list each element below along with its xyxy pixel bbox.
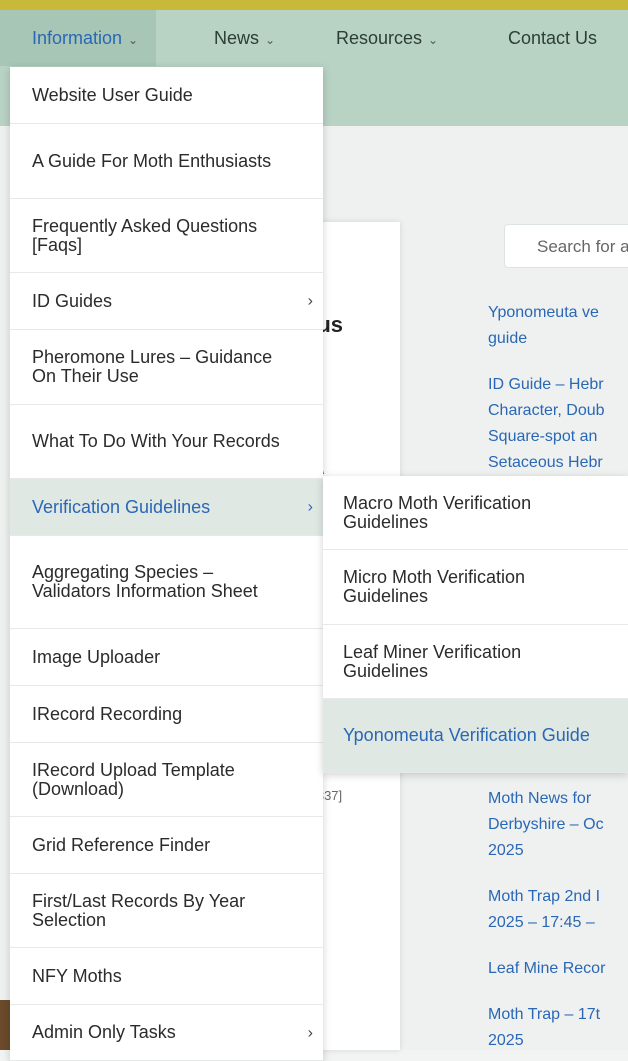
menu-item-image-uploader[interactable]: Image Uploader <box>10 629 323 686</box>
submenu-item-leaf-miner[interactable]: Leaf Miner Verification Guidelines <box>323 625 628 699</box>
chevron-down-icon: ⌄ <box>265 33 276 47</box>
menu-item-label: Website User Guide <box>32 84 193 105</box>
nav-resources[interactable]: Resources ⌄ <box>336 10 438 66</box>
menu-item-verification-guidelines[interactable]: Verification Guidelines › <box>10 479 323 536</box>
sidebar-link[interactable]: Yponomeuta ve guide <box>488 300 599 352</box>
chevron-right-icon: › <box>307 1024 313 1041</box>
menu-item-records[interactable]: What To Do With Your Records <box>10 405 323 479</box>
chevron-down-icon: ⌄ <box>428 33 439 47</box>
menu-item-label: A Guide For Moth Enthusiasts <box>32 150 272 171</box>
submenu-item-micro-moth[interactable]: Micro Moth Verification Guidelines <box>323 550 628 625</box>
submenu-item-macro-moth[interactable]: Macro Moth Verification Guidelines <box>323 476 628 550</box>
chevron-right-icon: › <box>307 498 313 516</box>
menu-item-label: Frequently Asked Questions [Faqs] <box>32 215 258 255</box>
menu-item-label: First/Last Records By Year Selection <box>32 890 246 930</box>
sidebar-link[interactable]: Moth Trap 2nd I 2025 – 17:45 – <box>488 884 600 936</box>
information-dropdown-menu: Website User Guide A Guide For Moth Enth… <box>10 67 323 1061</box>
menu-item-label: Grid Reference Finder <box>32 834 211 855</box>
nav-news[interactable]: News ⌄ <box>214 10 275 66</box>
submenu-item-label: Leaf Miner Verification Guidelines <box>343 641 522 681</box>
top-accent-bar <box>0 0 628 10</box>
menu-item-faqs[interactable]: Frequently Asked Questions [Faqs] <box>10 199 323 273</box>
sidebar-link[interactable]: ID Guide – Hebr Character, Doub Square-s… <box>488 372 605 476</box>
verification-submenu: Macro Moth Verification Guidelines Micro… <box>323 476 628 773</box>
menu-item-label: Verification Guidelines <box>32 496 211 517</box>
submenu-item-label: Macro Moth Verification Guidelines <box>343 492 532 532</box>
menu-item-id-guides[interactable]: ID Guides › <box>10 273 323 330</box>
search-input[interactable]: Search for a <box>504 224 628 268</box>
nav-information[interactable]: Information ⌄ <box>0 10 157 66</box>
menu-item-grid-reference-finder[interactable]: Grid Reference Finder <box>10 817 323 874</box>
chevron-right-icon: › <box>307 292 313 310</box>
menu-item-label: IRecord Upload Template (Download) <box>32 759 235 799</box>
menu-item-label: Pheromone Lures – Guidance On Their Use <box>32 347 273 386</box>
menu-item-irecord-recording[interactable]: IRecord Recording <box>10 686 323 743</box>
menu-item-moth-guide[interactable]: A Guide For Moth Enthusiasts <box>10 124 323 199</box>
menu-item-nfy-moths[interactable]: NFY Moths <box>10 948 323 1005</box>
menu-item-label: What To Do With Your Records <box>32 431 280 451</box>
menu-item-pheromone-lures[interactable]: Pheromone Lures – Guidance On Their Use <box>10 330 323 405</box>
menu-item-label: IRecord Recording <box>32 703 183 724</box>
submenu-item-label: Yponomeuta Verification Guide <box>343 725 590 745</box>
nav-news-label: News <box>214 28 260 48</box>
submenu-item-label: Micro Moth Verification Guidelines <box>343 567 526 606</box>
nav-contact-us[interactable]: Contact Us <box>508 10 597 66</box>
menu-item-aggregating-species[interactable]: Aggregating Species – Validators Informa… <box>10 536 323 629</box>
background-image-edge <box>0 1000 10 1050</box>
menu-item-admin-only-tasks[interactable]: Admin Only Tasks › <box>10 1005 323 1061</box>
sidebar-link[interactable]: Leaf Mine Recor <box>488 956 605 982</box>
menu-item-first-last-records[interactable]: First/Last Records By Year Selection <box>10 874 323 948</box>
sidebar-link[interactable]: Moth News for Derbyshire – Oc 2025 <box>488 786 604 864</box>
menu-item-label: Image Uploader <box>32 646 161 667</box>
menu-item-website-user-guide[interactable]: Website User Guide <box>10 67 323 124</box>
submenu-item-yponomeuta[interactable]: Yponomeuta Verification Guide <box>323 699 628 773</box>
menu-item-label: NFY Moths <box>32 965 122 986</box>
menu-item-irecord-template[interactable]: IRecord Upload Template (Download) <box>10 743 323 817</box>
menu-item-label: ID Guides <box>32 290 113 311</box>
nav-information-label: Information <box>32 28 123 48</box>
sidebar-link[interactable]: Moth Trap – 17t 2025 <box>488 1002 600 1054</box>
menu-item-label: Aggregating Species – Validators Informa… <box>32 562 258 601</box>
nav-resources-label: Resources <box>336 28 423 48</box>
nav-contact-label: Contact Us <box>508 28 598 48</box>
menu-item-label: Admin Only Tasks <box>32 1022 176 1042</box>
chevron-down-icon: ⌄ <box>128 33 139 47</box>
